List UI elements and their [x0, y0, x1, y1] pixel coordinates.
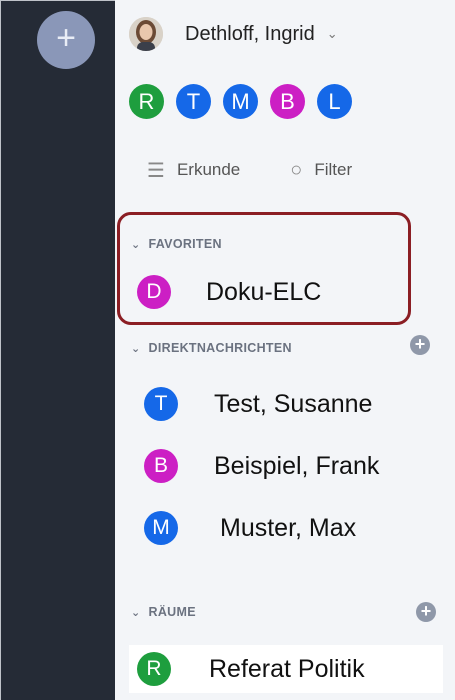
chevron-down-icon[interactable]: ⌄ — [131, 606, 141, 619]
favorite-avatar-r[interactable]: R — [129, 84, 164, 119]
space-rail: + — [0, 0, 115, 700]
add-space-button[interactable]: + — [37, 11, 95, 69]
dm-item-muster-max[interactable]: M Muster, Max — [144, 511, 356, 545]
dm-label: Test, Susanne — [214, 389, 373, 418]
room-toolbar: ☰ Erkunde ○ Filter — [147, 150, 352, 190]
user-menu[interactable]: Dethloff, Ingrid ⌄ — [129, 14, 338, 54]
list-icon: ☰ — [147, 159, 165, 182]
dm-item-test-susanne[interactable]: T Test, Susanne — [144, 387, 372, 421]
dm-item-beispiel-frank[interactable]: B Beispiel, Frank — [144, 449, 379, 483]
favorite-avatar-b[interactable]: B — [270, 84, 305, 119]
add-direct-message-button[interactable]: + — [410, 335, 430, 355]
rooms-heading: RÄUME — [148, 605, 196, 619]
dm-avatar: M — [144, 511, 178, 545]
direct-messages-header[interactable]: ⌄ DIREKTNACHRICHTEN — [131, 341, 292, 355]
rooms-header[interactable]: ⌄ RÄUME — [131, 605, 196, 619]
filter-button[interactable]: Filter — [314, 160, 352, 180]
chevron-down-icon[interactable]: ⌄ — [327, 26, 338, 42]
room-item-referat-politik[interactable]: R Referat Politik — [137, 652, 365, 686]
room-list-panel: Dethloff, Ingrid ⌄ R T M B L ☰ Erkunde ○… — [115, 0, 455, 700]
explore-button[interactable]: Erkunde — [177, 160, 240, 180]
search-icon: ○ — [290, 158, 303, 181]
favorite-avatar-t[interactable]: T — [176, 84, 211, 119]
dm-label: Muster, Max — [220, 513, 357, 542]
room-avatar: R — [137, 652, 171, 686]
favorite-avatar-m[interactable]: M — [223, 84, 258, 119]
user-photo — [129, 17, 163, 51]
favorites-highlight-annotation — [117, 212, 411, 325]
direct-messages-heading: DIREKTNACHRICHTEN — [148, 341, 292, 355]
avatar — [129, 17, 163, 51]
favorite-avatars-bar: R T M B L — [129, 84, 364, 119]
dm-avatar: T — [144, 387, 178, 421]
favorite-avatar-l[interactable]: L — [317, 84, 352, 119]
dm-label: Beispiel, Frank — [214, 451, 380, 480]
dm-avatar: B — [144, 449, 178, 483]
room-label: Referat Politik — [209, 654, 365, 683]
chevron-down-icon[interactable]: ⌄ — [131, 342, 141, 355]
user-name: Dethloff, Ingrid — [185, 22, 315, 45]
add-room-button[interactable]: + — [416, 602, 436, 622]
